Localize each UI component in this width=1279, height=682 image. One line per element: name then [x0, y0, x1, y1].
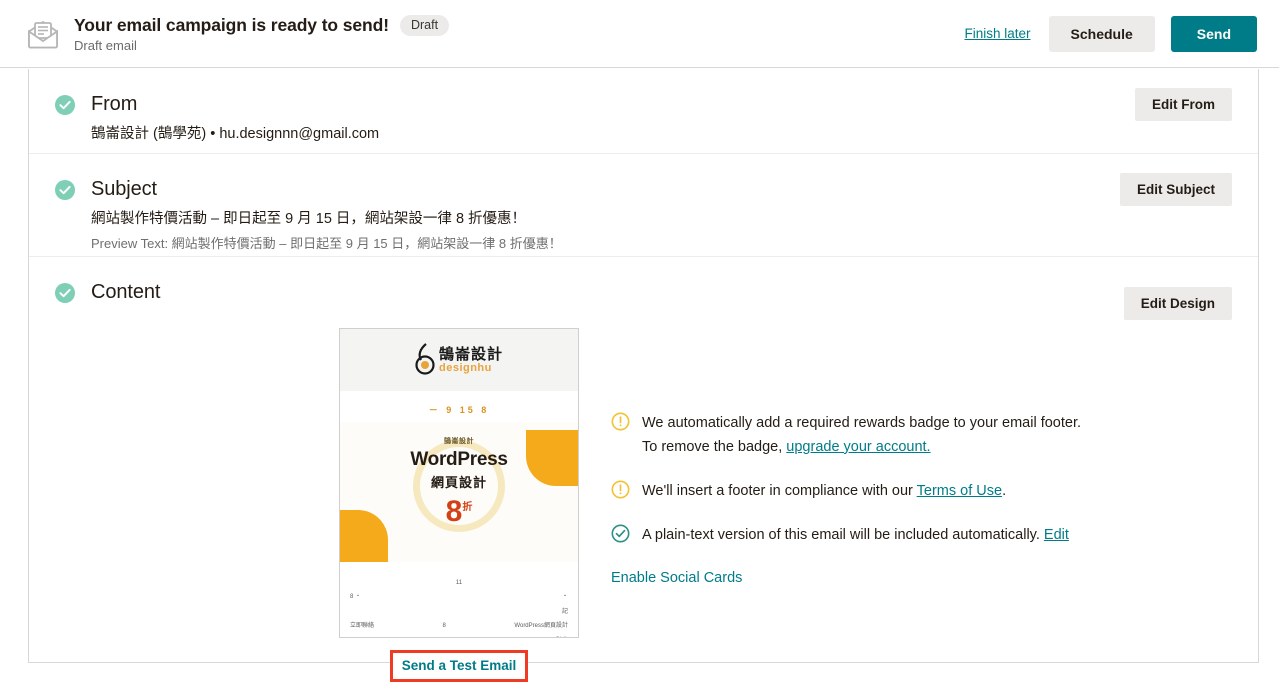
preview-body-center-1: 11	[455, 580, 463, 586]
edit-design-wrap: Edit Design	[1123, 287, 1232, 320]
notice-2-before: A plain-text version of this email will …	[642, 526, 1044, 543]
preview-hero-title: WordPress	[410, 449, 508, 470]
header-title-row: Your email campaign is ready to send! Dr…	[74, 14, 450, 36]
preview-body-row-1: 8 ・ ・	[350, 590, 568, 604]
preview-body-text: 11 8 ・ ・ 記 立即聯絡 8 WordPress網頁設計	[340, 562, 578, 637]
header-actions: Finish later Schedule Send	[962, 15, 1257, 52]
notice-rewards-text: We automatically add a required rewards …	[642, 412, 1081, 460]
notice-footer-compliance: We'll insert a footer in compliance with…	[611, 480, 1081, 504]
section-from: From 鵠崙設計 (鵠學苑) • hu.designnn@gmail.com …	[29, 69, 1258, 153]
header-subtitle: Draft email	[74, 37, 137, 53]
preview-hero: 鵠崙設計 WordPress 網頁設計 8折	[340, 422, 578, 562]
test-email-wrap: Send a Test Email	[339, 650, 579, 682]
preview-body-row-3: 立即聯絡 8 WordPress網頁設計	[350, 619, 568, 633]
preview-hero-subtitle: 網頁設計	[430, 475, 487, 490]
notice-plain-text-text: A plain-text version of this email will …	[642, 524, 1069, 548]
preview-hero-text: 鵠崙設計 WordPress 網頁設計 8折	[340, 436, 578, 529]
send-test-email-button[interactable]: Send a Test Email	[389, 650, 529, 682]
warning-circle-icon	[611, 480, 630, 499]
preview-body-right-1: ・	[561, 594, 568, 601]
preview-logo-text: 鵠崙設計 designhu	[439, 347, 503, 374]
edit-from-wrap: Edit From	[1135, 88, 1232, 121]
preview-body-center-2: 8	[442, 623, 446, 630]
preview-hero-number: 8折	[340, 495, 578, 529]
preview-body-right-3: WordPress網頁設計	[514, 623, 568, 630]
check-circle-icon	[55, 283, 75, 303]
preview-logo-en: designhu	[438, 361, 492, 374]
section-content-title: Content	[91, 281, 161, 303]
brand-mark-icon	[415, 343, 435, 375]
preview-body-row-4: 點此	[350, 634, 568, 637]
top-header-bar: Your email campaign is ready to send! Dr…	[0, 0, 1279, 68]
subject-value: 網站製作特價活動 – 即日起至 9 月 15 日，網站架設一律 8 折優惠！	[91, 211, 527, 227]
section-subject-title: Subject	[91, 178, 158, 200]
preview-body-row-2: 記	[350, 605, 568, 619]
preview-date-line: － 9 15 8	[428, 405, 490, 415]
preview-logo-cn: 鵠崙設計	[438, 345, 503, 363]
preview-hero-number-value: 8	[445, 495, 463, 528]
section-content: Content Edit Design 鵠崙設計 designhu － 9 15…	[29, 256, 1258, 682]
page-title: Your email campaign is ready to send!	[74, 14, 389, 35]
open-envelope-icon	[28, 20, 58, 48]
check-circle-outline-icon	[611, 524, 630, 543]
terms-of-use-link[interactable]: Terms of Use	[917, 483, 1002, 499]
edit-subject-wrap: Edit Subject	[1119, 173, 1232, 206]
preview-body-right-2: 記	[561, 608, 568, 615]
enable-social-cards-link[interactable]: Enable Social Cards	[611, 570, 742, 586]
notice-plain-text: A plain-text version of this email will …	[611, 524, 1081, 548]
notice-1-after: .	[1002, 482, 1007, 499]
section-from-title: From	[91, 93, 138, 115]
notice-rewards-badge: We automatically add a required rewards …	[611, 412, 1081, 460]
from-value: 鵠崙設計 (鵠學苑) • hu.designnn@gmail.com	[91, 126, 380, 142]
edit-design-button[interactable]: Edit Design	[1123, 287, 1232, 320]
send-button[interactable]: Send	[1170, 15, 1257, 52]
header-title-block: Your email campaign is ready to send! Dr…	[74, 14, 450, 53]
header-left-group: Your email campaign is ready to send! Dr…	[26, 14, 962, 53]
preview-body-left-2: 立即聯絡	[350, 623, 375, 630]
status-badge: Draft	[399, 14, 450, 36]
notice-footer-text: We'll insert a footer in compliance with…	[642, 480, 1006, 504]
email-preview-thumbnail[interactable]: 鵠崙設計 designhu － 9 15 8 鵠崙設計 WordPress 網頁…	[339, 328, 579, 638]
preview-hero-brand: 鵠崙設計	[444, 438, 474, 445]
edit-plain-text-link[interactable]: Edit	[1044, 527, 1069, 543]
preview-body-left-1: 8 ・	[350, 594, 362, 601]
content-notices-list: We automatically add a required rewards …	[579, 328, 1232, 587]
subject-preview-text: Preview Text: 網站製作特價活動 – 即日起至 9 月 15 日，網…	[91, 236, 562, 252]
edit-from-button[interactable]: Edit From	[1135, 88, 1232, 121]
check-circle-icon	[55, 95, 75, 115]
preview-logo-band: 鵠崙設計 designhu	[340, 329, 578, 391]
edit-subject-button[interactable]: Edit Subject	[1119, 173, 1232, 206]
campaign-checklist-card: From 鵠崙設計 (鵠學苑) • hu.designnn@gmail.com …	[28, 69, 1259, 682]
schedule-button[interactable]: Schedule	[1048, 15, 1155, 52]
upgrade-account-link[interactable]: upgrade your account.	[786, 439, 930, 455]
preview-body-link[interactable]: 點此	[556, 634, 568, 637]
section-subject: Subject 網站製作特價活動 – 即日起至 9 月 15 日，網站架設一律 …	[29, 153, 1258, 256]
content-preview-area: 鵠崙設計 designhu － 9 15 8 鵠崙設計 WordPress 網頁…	[29, 306, 1258, 682]
check-circle-icon	[55, 180, 75, 200]
warning-circle-icon	[611, 412, 630, 431]
finish-later-link[interactable]: Finish later	[962, 22, 1032, 45]
notice-1-before: We'll insert a footer in compliance with…	[642, 482, 917, 499]
email-preview-column: 鵠崙設計 designhu － 9 15 8 鵠崙設計 WordPress 網頁…	[339, 328, 579, 682]
preview-hero-unit: 折	[462, 502, 473, 513]
preview-logo: 鵠崙設計 designhu	[415, 343, 503, 377]
